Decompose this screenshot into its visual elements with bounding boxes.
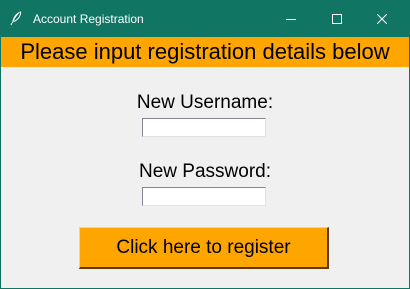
close-icon bbox=[377, 13, 387, 24]
client-area: Please input registration details below … bbox=[1, 37, 409, 288]
instruction-banner: Please input registration details below bbox=[1, 37, 409, 67]
username-input[interactable] bbox=[142, 118, 266, 137]
password-input[interactable] bbox=[142, 187, 266, 206]
feather-icon bbox=[8, 10, 24, 26]
register-button[interactable]: Click here to register bbox=[79, 227, 329, 269]
minimize-button[interactable] bbox=[268, 0, 314, 37]
title-bar[interactable]: Account Registration bbox=[0, 0, 410, 37]
maximize-icon bbox=[332, 13, 342, 24]
password-label: New Password: bbox=[139, 161, 271, 182]
minimize-icon bbox=[286, 14, 296, 24]
window-title: Account Registration bbox=[33, 12, 144, 26]
close-button[interactable] bbox=[359, 0, 405, 37]
maximize-button[interactable] bbox=[314, 0, 360, 37]
app-window: Account Registration Please input regist… bbox=[0, 0, 410, 289]
username-label: New Username: bbox=[136, 92, 274, 113]
